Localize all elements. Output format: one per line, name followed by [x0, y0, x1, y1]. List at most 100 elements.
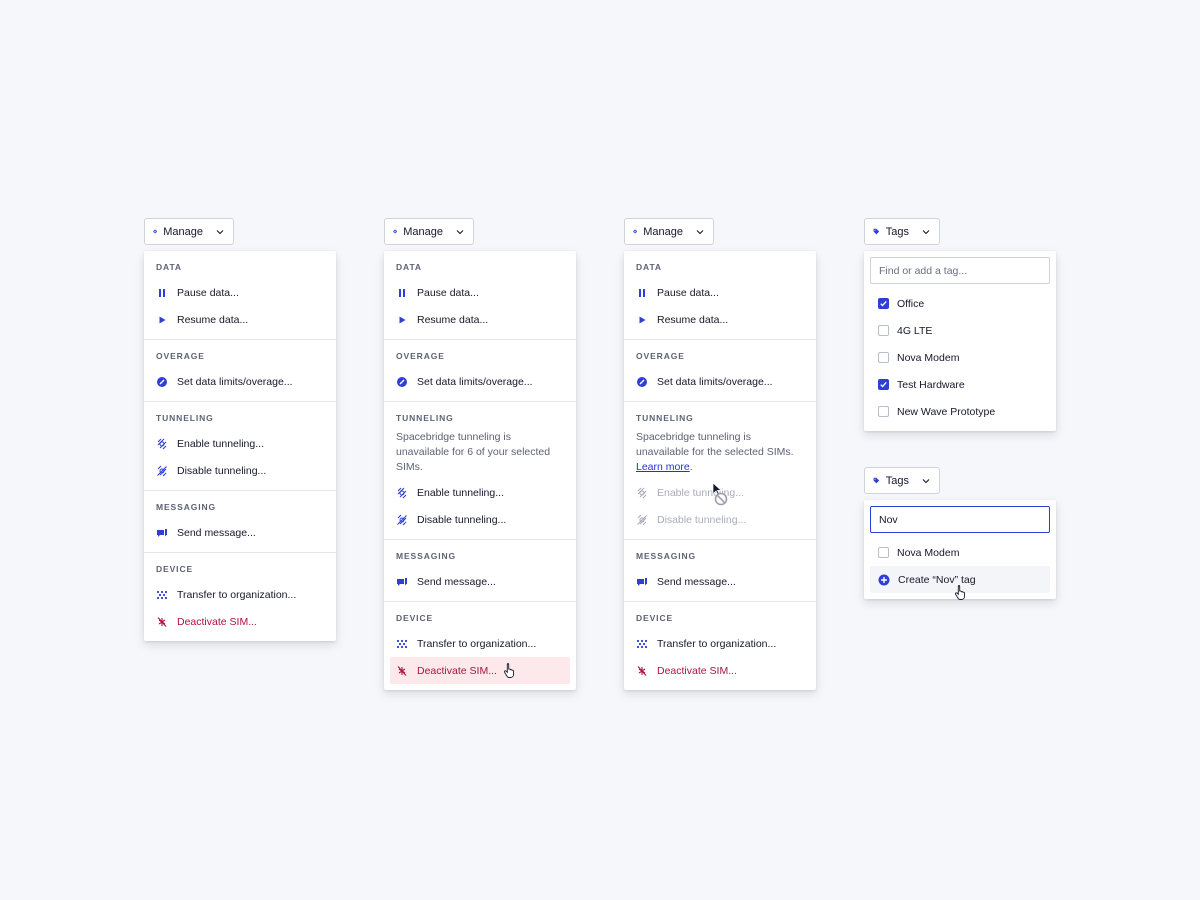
section-title: OVERAGE	[156, 351, 205, 361]
tags-button[interactable]: Tags	[864, 467, 940, 494]
item-label: Set data limits/overage...	[177, 375, 293, 388]
section-messaging: MESSAGING Send message...	[144, 491, 336, 553]
item-label: Pause data...	[657, 286, 719, 299]
item-label: Resume data...	[657, 313, 729, 326]
tunnel-off-icon	[636, 514, 648, 526]
tag-option-nova-modem[interactable]: Nova Modem	[870, 344, 1050, 371]
tag-search-input[interactable]	[870, 506, 1050, 533]
tag-label: Nova Modem	[897, 546, 960, 559]
section-title: DATA	[156, 262, 182, 272]
deactivate-sim-item[interactable]: Deactivate SIM...	[390, 657, 570, 684]
manage-button[interactable]: Manage	[384, 218, 474, 245]
item-label: Disable tunneling...	[417, 513, 507, 526]
section-tunneling: TUNNELING Spacebridge tunneling is unava…	[384, 402, 576, 540]
item-label: Deactivate SIM...	[657, 664, 737, 677]
transfer-org-item[interactable]: Transfer to organization...	[150, 581, 330, 608]
item-label: Resume data...	[177, 313, 249, 326]
deactivate-sim-item[interactable]: Deactivate SIM...	[630, 657, 810, 684]
chevron-down-icon	[215, 227, 225, 237]
deactivate-sim-item[interactable]: Deactivate SIM...	[150, 608, 330, 635]
section-device: DEVICE Transfer to organization... Deact…	[624, 602, 816, 690]
item-label: Pause data...	[177, 286, 239, 299]
item-label: Deactivate SIM...	[417, 664, 497, 677]
gauge-icon	[396, 376, 408, 388]
transfer-org-item[interactable]: Transfer to organization...	[630, 630, 810, 657]
set-data-limits-item[interactable]: Set data limits/overage...	[390, 368, 570, 395]
send-message-item[interactable]: Send message...	[390, 568, 570, 595]
pause-data-item[interactable]: Pause data...	[150, 279, 330, 306]
tags-menu: Office 4G LTE Nova Modem Test Hardware N…	[864, 251, 1056, 431]
item-label: Resume data...	[417, 313, 489, 326]
tags-button[interactable]: Tags	[864, 218, 940, 245]
gauge-icon	[636, 376, 648, 388]
section-overage: OVERAGE Set data limits/overage...	[144, 340, 336, 402]
tag-label: Test Hardware	[897, 378, 965, 391]
tag-option-nova-modem[interactable]: Nova Modem	[870, 539, 1050, 566]
tunneling-note: Spacebridge tunneling is unavailable for…	[624, 430, 816, 475]
tunneling-note: Spacebridge tunneling is unavailable for…	[396, 431, 551, 473]
pause-data-item[interactable]: Pause data...	[630, 279, 810, 306]
section-device: DEVICE Transfer to organization... Deact…	[144, 553, 336, 641]
disable-tunneling-item[interactable]: Disable tunneling...	[390, 506, 570, 533]
deactivate-icon	[396, 665, 408, 677]
checkbox-checked[interactable]	[878, 298, 889, 309]
learn-more-link[interactable]: Learn more	[636, 461, 690, 473]
play-icon	[396, 314, 408, 326]
section-overage: OVERAGE Set data limits/overage...	[384, 340, 576, 402]
pause-icon	[636, 287, 648, 299]
tunneling-note-text: Spacebridge tunneling is unavailable for…	[636, 431, 794, 458]
disable-tunneling-item[interactable]: Disable tunneling...	[150, 457, 330, 484]
section-title: MESSAGING	[156, 502, 217, 512]
tags-button-label: Tags	[885, 225, 909, 238]
checkbox[interactable]	[878, 352, 889, 363]
enable-tunneling-item[interactable]: Enable tunneling...	[150, 430, 330, 457]
resume-data-item[interactable]: Resume data...	[630, 306, 810, 333]
section-title: DEVICE	[396, 613, 434, 623]
send-message-item[interactable]: Send message...	[630, 568, 810, 595]
enable-tunneling-item[interactable]: Enable tunneling...	[390, 479, 570, 506]
section-tunneling: TUNNELING Spacebridge tunneling is unava…	[624, 402, 816, 540]
chevron-down-icon	[921, 227, 931, 237]
section-device: DEVICE Transfer to organization... Deact…	[384, 602, 576, 690]
item-label: Disable tunneling...	[657, 513, 747, 526]
tag-option-4g-lte[interactable]: 4G LTE	[870, 317, 1050, 344]
tag-label: 4G LTE	[897, 324, 933, 337]
section-title: TUNNELING	[636, 413, 694, 423]
tag-search-input[interactable]	[870, 257, 1050, 284]
checkbox[interactable]	[878, 547, 889, 558]
tunnel-icon	[636, 487, 648, 499]
play-icon	[156, 314, 168, 326]
disable-tunneling-item: Disable tunneling...	[630, 506, 810, 533]
tunnel-off-icon	[156, 465, 168, 477]
section-title: DATA	[636, 262, 662, 272]
tag-option-office[interactable]: Office	[870, 290, 1050, 317]
pause-data-item[interactable]: Pause data...	[390, 279, 570, 306]
item-label: Deactivate SIM...	[177, 615, 257, 628]
section-data: DATA Pause data... Resume data...	[384, 251, 576, 340]
item-label: Send message...	[177, 526, 256, 539]
section-title: DATA	[396, 262, 422, 272]
tag-option-test-hardware[interactable]: Test Hardware	[870, 371, 1050, 398]
set-data-limits-item[interactable]: Set data limits/overage...	[630, 368, 810, 395]
tag-option-new-wave-prototype[interactable]: New Wave Prototype	[870, 398, 1050, 425]
checkbox[interactable]	[878, 325, 889, 336]
tag-label: Office	[897, 297, 925, 310]
gear-icon	[393, 226, 397, 237]
manage-button[interactable]: Manage	[624, 218, 714, 245]
manage-menu: DATA Pause data... Resume data... OVERAG…	[144, 251, 336, 641]
message-icon	[636, 576, 648, 588]
play-icon	[636, 314, 648, 326]
manage-button[interactable]: Manage	[144, 218, 234, 245]
resume-data-item[interactable]: Resume data...	[150, 306, 330, 333]
checkbox-checked[interactable]	[878, 379, 889, 390]
transfer-org-item[interactable]: Transfer to organization...	[390, 630, 570, 657]
organization-icon	[396, 638, 408, 650]
checkbox[interactable]	[878, 406, 889, 417]
set-data-limits-item[interactable]: Set data limits/overage...	[150, 368, 330, 395]
chevron-down-icon	[455, 227, 465, 237]
message-icon	[156, 527, 168, 539]
tag-icon	[873, 226, 880, 237]
manage-button-label: Manage	[643, 225, 683, 238]
send-message-item[interactable]: Send message...	[150, 519, 330, 546]
resume-data-item[interactable]: Resume data...	[390, 306, 570, 333]
